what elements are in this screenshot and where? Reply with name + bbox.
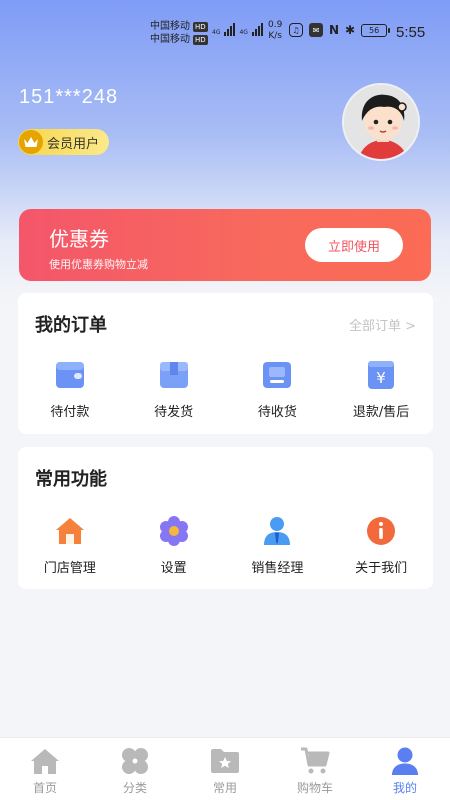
tab-label: 我的 bbox=[392, 781, 417, 795]
yen-refund-icon: ¥ bbox=[363, 357, 399, 393]
orders-card: 我的订单 全部订单 > 待付款 待发货 待收货 ¥ 退款/售后 bbox=[18, 293, 433, 434]
bluetooth-icon: ✱ bbox=[345, 23, 356, 37]
order-pending-receipt[interactable]: 待收货 bbox=[226, 357, 330, 420]
member-label: 会员用户 bbox=[47, 136, 100, 152]
order-pending-shipment[interactable]: 待发货 bbox=[122, 357, 226, 420]
svg-text:¥: ¥ bbox=[376, 369, 386, 387]
function-label: 门店管理 bbox=[43, 561, 96, 576]
home-icon bbox=[29, 745, 61, 777]
function-label: 设置 bbox=[160, 561, 187, 576]
store-management-item[interactable]: 门店管理 bbox=[18, 513, 122, 576]
network-speed: 0.9 K/s bbox=[268, 20, 282, 42]
coupon-description: 使用优惠券购物立减 bbox=[49, 258, 148, 271]
order-status-grid: 待付款 待发货 待收货 ¥ 退款/售后 bbox=[18, 357, 433, 420]
function-label: 关于我们 bbox=[355, 561, 408, 576]
use-coupon-button[interactable]: 立即使用 bbox=[305, 228, 403, 262]
user-phone: 151***248 bbox=[19, 86, 119, 108]
about-us-item[interactable]: 关于我们 bbox=[329, 513, 433, 576]
carrier-name: 中国移动 bbox=[150, 34, 190, 45]
nfc-icon: N bbox=[329, 23, 340, 37]
tab-category[interactable]: 分类 bbox=[90, 738, 180, 800]
category-icon bbox=[119, 745, 151, 777]
star-folder-icon bbox=[209, 745, 241, 777]
battery-icon: 56 bbox=[361, 23, 391, 37]
speed-unit: K/s bbox=[268, 31, 282, 41]
tab-label: 分类 bbox=[122, 781, 147, 795]
manager-icon bbox=[259, 513, 295, 549]
all-orders-link[interactable]: 全部订单 > bbox=[349, 315, 416, 334]
mail-icon: ✉ bbox=[309, 23, 323, 37]
cart-icon bbox=[299, 745, 331, 777]
speed-value: 0.9 bbox=[268, 20, 283, 30]
tab-label: 购物车 bbox=[296, 781, 333, 795]
bottom-tab-bar: 首页 分类 常用 购物车 我的 bbox=[0, 737, 450, 800]
info-icon bbox=[363, 513, 399, 549]
tab-favorites[interactable]: 常用 bbox=[180, 738, 270, 800]
tab-label: 首页 bbox=[32, 781, 57, 795]
profile-icon bbox=[389, 745, 421, 777]
sales-manager-item[interactable]: 销售经理 bbox=[226, 513, 330, 576]
signal-indicators: 4G 4G bbox=[212, 22, 263, 36]
function-label: 销售经理 bbox=[251, 561, 304, 576]
tab-label: 常用 bbox=[212, 781, 237, 795]
clock: 5:55 bbox=[396, 24, 426, 41]
member-badge[interactable]: 会员用户 bbox=[18, 129, 109, 155]
signal-icon bbox=[224, 22, 236, 36]
receive-tray-icon bbox=[259, 357, 295, 393]
order-status-label: 待收货 bbox=[257, 405, 297, 420]
tab-home[interactable]: 首页 bbox=[0, 738, 90, 800]
hd-badge: HD bbox=[193, 21, 208, 32]
music-app-icon: ♫ bbox=[289, 23, 303, 37]
settings-item[interactable]: 设置 bbox=[122, 513, 226, 576]
wallet-icon bbox=[52, 357, 88, 393]
battery-level: 56 bbox=[369, 25, 380, 35]
network-type: 4G bbox=[239, 29, 248, 36]
function-grid: 门店管理 设置 销售经理 关于我们 bbox=[18, 513, 433, 576]
avatar[interactable] bbox=[342, 83, 420, 161]
orders-title: 我的订单 bbox=[35, 315, 107, 336]
coupon-title: 优惠券 bbox=[49, 227, 109, 251]
functions-card: 常用功能 门店管理 设置 销售经理 关于我们 bbox=[18, 447, 433, 589]
network-type: 4G bbox=[212, 29, 221, 36]
status-icons: ♫ ✉ N ✱ 56 bbox=[289, 23, 391, 37]
store-house-icon bbox=[52, 513, 88, 549]
order-status-label: 退款/售后 bbox=[352, 405, 410, 420]
order-refund[interactable]: ¥ 退款/售后 bbox=[329, 357, 433, 420]
status-bar: 中国移动 HD 中国移动 HD 4G 4G 0.9 K/s ♫ ✉ N ✱ 56 5… bbox=[0, 0, 450, 64]
tab-profile[interactable]: 我的 bbox=[360, 738, 450, 800]
carrier-info: 中国移动 HD 中国移动 HD bbox=[150, 20, 208, 46]
signal-icon bbox=[251, 22, 263, 36]
coupon-card[interactable]: 优惠券 使用优惠券购物立减 立即使用 bbox=[19, 209, 431, 281]
order-status-label: 待付款 bbox=[50, 405, 90, 420]
hd-badge: HD bbox=[193, 34, 208, 45]
order-status-label: 待发货 bbox=[154, 405, 194, 420]
functions-title: 常用功能 bbox=[35, 469, 107, 490]
order-pending-payment[interactable]: 待付款 bbox=[18, 357, 122, 420]
box-icon bbox=[156, 357, 192, 393]
crown-icon bbox=[19, 130, 43, 154]
gear-icon bbox=[156, 513, 192, 549]
tab-cart[interactable]: 购物车 bbox=[270, 738, 360, 800]
carrier-name: 中国移动 bbox=[150, 21, 190, 32]
